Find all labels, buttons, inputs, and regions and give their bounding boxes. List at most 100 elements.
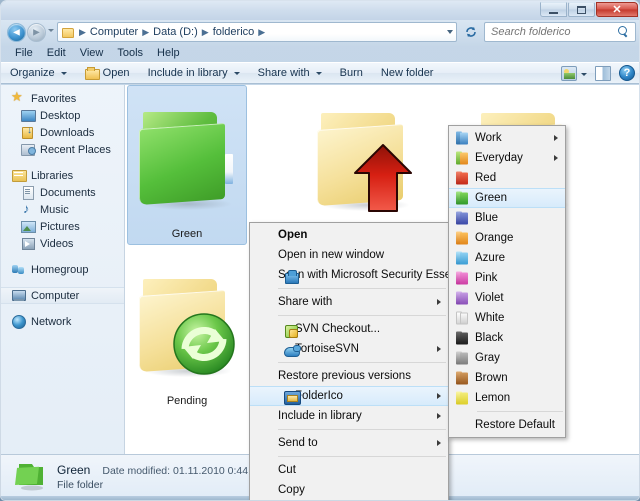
folderico-item-label: Green (475, 192, 507, 204)
view-chevron-down-icon[interactable] (581, 73, 587, 76)
file-item-green[interactable]: Green (127, 85, 247, 245)
folderico-item-lemon[interactable]: Lemon (449, 388, 565, 408)
context-menu-item-send-to[interactable]: Send to (250, 433, 448, 453)
folderico-submenu[interactable]: Work Everyday Red Green (448, 125, 566, 438)
burn-button[interactable]: Burn (331, 63, 372, 83)
folder-swatch-icon (455, 351, 469, 366)
context-menu-item-share-with[interactable]: Share with (250, 292, 448, 312)
folderico-item-work[interactable]: Work (449, 128, 565, 148)
sidebar-item-videos[interactable]: Videos (1, 235, 124, 252)
folderico-item-brown[interactable]: Brown (449, 368, 565, 388)
folderico-item-red[interactable]: Red (449, 168, 565, 188)
folder-swatch-icon (455, 331, 469, 346)
recent-locations-chevron-icon[interactable] (48, 29, 54, 32)
tortoisesvn-icon (283, 343, 300, 359)
folderico-item-label: Violet (475, 292, 504, 304)
context-menu-item-label: Open (278, 229, 307, 241)
context-menu-item-scan-with-mse[interactable]: Scan with Microsoft Security Essentials.… (250, 265, 448, 285)
maximize-button[interactable] (568, 2, 595, 17)
folderico-item-azure[interactable]: Azure (449, 248, 565, 268)
breadcrumb-data-d[interactable]: Data (D:) (152, 26, 199, 38)
sidebar-item-libraries[interactable]: Libraries (1, 167, 124, 184)
folderico-submenu-separator (477, 411, 563, 412)
recent-places-icon (20, 142, 36, 157)
forward-button[interactable]: ► (27, 23, 46, 42)
sidebar-item-recent-places[interactable]: Recent Places (1, 141, 124, 158)
sidebar-item-computer[interactable]: Computer (1, 287, 124, 304)
sidebar-item-label: Downloads (40, 127, 94, 139)
context-menu-separator (278, 288, 446, 289)
change-view-icon[interactable] (561, 66, 577, 81)
folderico-item-gray[interactable]: Gray (449, 348, 565, 368)
folderico-item-everyday[interactable]: Everyday (449, 148, 565, 168)
folderico-item-white[interactable]: White (449, 308, 565, 328)
details-name: Green (57, 463, 90, 477)
menu-edit[interactable]: Edit (40, 46, 73, 61)
folderico-item-black[interactable]: Black (449, 328, 565, 348)
sidebar-item-label: Network (31, 316, 71, 328)
address-bar[interactable]: ▶ Computer ▶ Data (D:) ▶ folderico ▶ (57, 22, 457, 42)
green-folder-icon (135, 106, 239, 226)
sidebar-item-pictures[interactable]: Pictures (1, 218, 124, 235)
breadcrumb-separator-icon[interactable]: ▶ (76, 27, 89, 38)
svn-icon (283, 323, 300, 339)
folder-swatch-icon (455, 271, 469, 286)
close-icon: ✕ (612, 3, 621, 16)
help-icon[interactable]: ? (619, 65, 635, 81)
sidebar-item-favorites[interactable]: Favorites (1, 90, 124, 107)
sidebar-item-homegroup[interactable]: Homegroup (1, 261, 124, 278)
share-with-button[interactable]: Share with (249, 63, 331, 83)
context-menu[interactable]: Open Open in new window Scan with Micros… (249, 222, 449, 501)
folderico-item-orange[interactable]: Orange (449, 228, 565, 248)
search-box[interactable] (484, 22, 636, 42)
refresh-button[interactable] (461, 22, 481, 42)
minimize-button[interactable] (540, 2, 567, 17)
folderico-item-blue[interactable]: Blue (449, 208, 565, 228)
context-menu-item-copy[interactable]: Copy (250, 480, 448, 500)
folderico-item-violet[interactable]: Violet (449, 288, 565, 308)
folderico-item-pink[interactable]: Pink (449, 268, 565, 288)
folderico-item-green[interactable]: Green (449, 188, 565, 208)
menu-tools[interactable]: Tools (110, 46, 150, 61)
folderico-item-label: Gray (475, 352, 500, 364)
sidebar-item-documents[interactable]: Documents (1, 184, 124, 201)
context-menu-item-restore-previous-versions[interactable]: Restore previous versions (250, 366, 448, 386)
breadcrumb-folderico[interactable]: folderico (212, 26, 256, 38)
folderico-item-restore-default[interactable]: Restore Default (449, 415, 565, 435)
file-item-upload[interactable]: Upload (305, 85, 425, 245)
new-folder-button[interactable]: New folder (372, 63, 443, 83)
details-type: File folder (57, 479, 103, 491)
context-menu-item-svn-checkout[interactable]: SVN Checkout... (250, 319, 448, 339)
folderico-icon (283, 389, 300, 405)
address-dropdown-icon[interactable] (447, 30, 453, 34)
sidebar-item-network[interactable]: Network (1, 313, 124, 330)
context-menu-item-label: TortoiseSVN (295, 343, 359, 355)
context-menu-item-open[interactable]: Open (250, 225, 448, 245)
back-button[interactable]: ◄ (7, 23, 26, 42)
search-input[interactable] (489, 24, 617, 40)
menu-help[interactable]: Help (150, 46, 187, 61)
sidebar-item-downloads[interactable]: Downloads (1, 124, 124, 141)
menu-view[interactable]: View (73, 46, 111, 61)
include-in-library-button[interactable]: Include in library (139, 63, 249, 83)
close-button[interactable]: ✕ (596, 2, 638, 17)
chevron-down-icon (316, 72, 322, 75)
open-button[interactable]: Open (76, 63, 139, 83)
breadcrumb-separator-icon[interactable]: ▶ (139, 27, 152, 38)
context-menu-item-cut[interactable]: Cut (250, 460, 448, 480)
organize-button[interactable]: Organize (1, 63, 76, 83)
breadcrumb-computer[interactable]: Computer (89, 26, 139, 38)
preview-pane-icon[interactable] (595, 66, 611, 81)
file-item-pending[interactable]: Pending (127, 251, 247, 411)
context-menu-item-open-in-new-window[interactable]: Open in new window (250, 245, 448, 265)
green-folder-icon-small (15, 461, 47, 491)
context-menu-item-tortoisesvn[interactable]: TortoiseSVN (250, 339, 448, 359)
sidebar-item-desktop[interactable]: Desktop (1, 107, 124, 124)
folderico-item-label: Black (475, 332, 503, 344)
context-menu-item-folderico[interactable]: FolderIco (250, 386, 448, 406)
menu-file[interactable]: File (8, 46, 40, 61)
breadcrumb-separator-icon[interactable]: ▶ (255, 27, 268, 38)
sidebar-item-music[interactable]: Music (1, 201, 124, 218)
context-menu-item-include-in-library[interactable]: Include in library (250, 406, 448, 426)
breadcrumb-separator-icon[interactable]: ▶ (199, 27, 212, 38)
